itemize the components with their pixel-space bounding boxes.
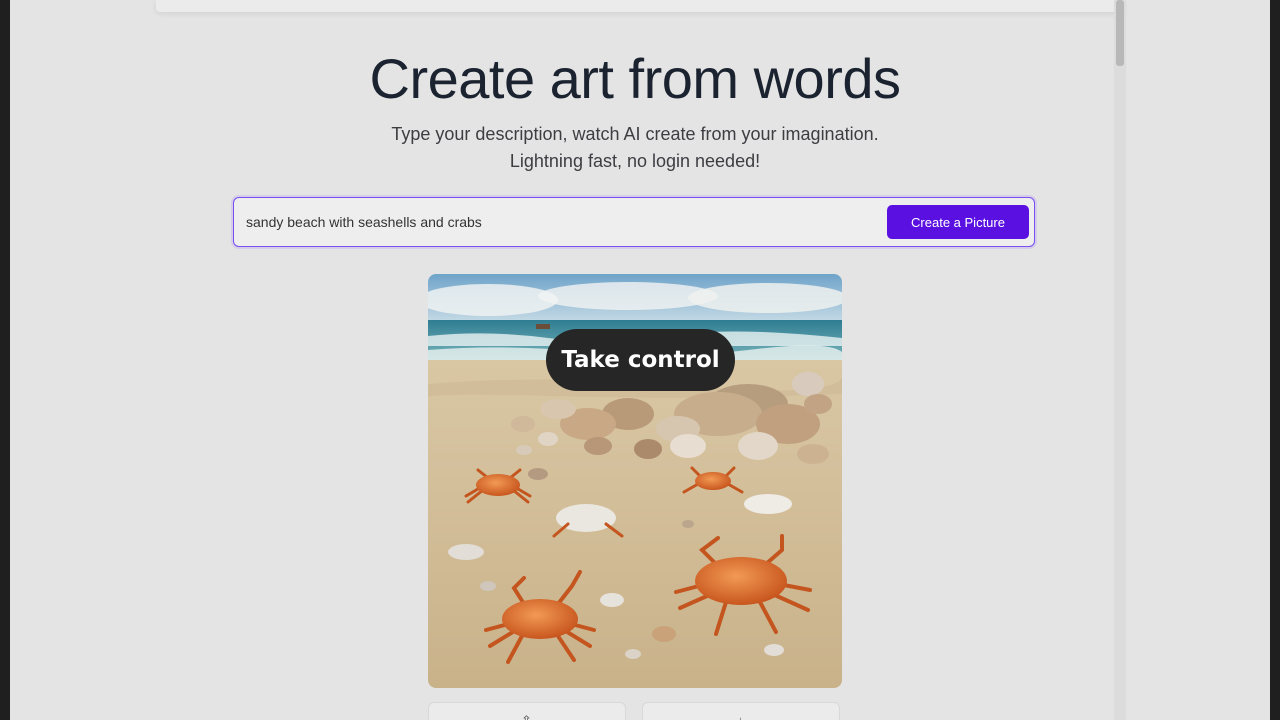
top-navigation-bar: [156, 0, 1124, 12]
browser-viewport: Create art from words Type your descript…: [10, 0, 1270, 720]
download-button[interactable]: ↓: [642, 702, 840, 720]
download-icon: ↓: [737, 713, 744, 720]
prompt-input[interactable]: [244, 207, 876, 237]
subtitle-line-2: Lightning fast, no login needed!: [509, 151, 761, 171]
page-title: Create art from words: [369, 47, 902, 110]
create-picture-button[interactable]: Create a Picture: [887, 205, 1029, 239]
take-control-button[interactable]: Take control: [546, 329, 735, 391]
scrollbar-thumb[interactable]: [1116, 0, 1124, 66]
prompt-bar: Create a Picture: [233, 197, 1035, 247]
scrollbar[interactable]: [1114, 0, 1126, 720]
page-subtitle: Type your description, watch AI create f…: [260, 121, 1010, 175]
share-icon: ⇪: [521, 713, 532, 720]
subtitle-line-1: Type your description, watch AI create f…: [391, 124, 879, 144]
share-button[interactable]: ⇪: [428, 702, 626, 720]
